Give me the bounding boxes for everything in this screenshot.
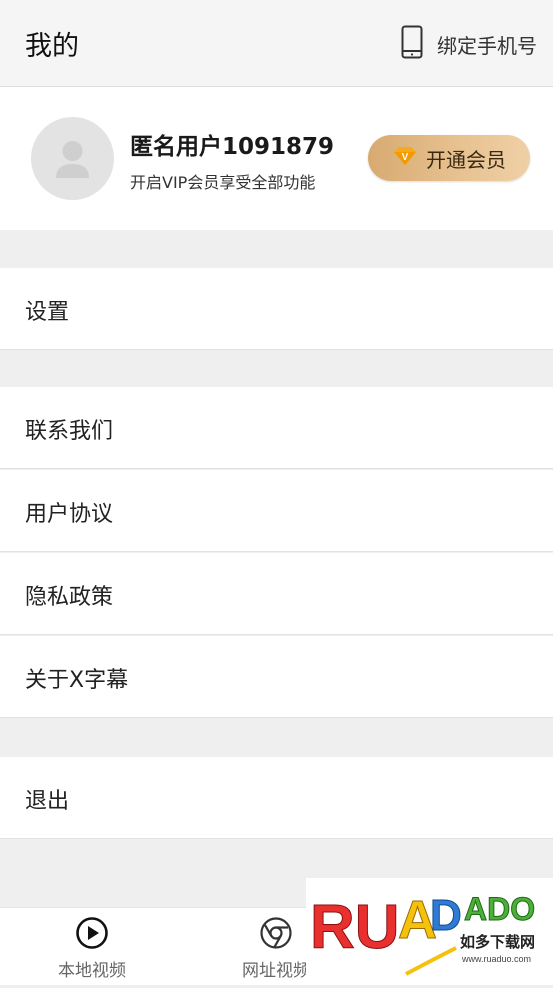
profile-card: 匿名用户1091879 开启VIP会员享受全部功能 V 开通会员 — [0, 87, 553, 230]
top-app-bar: 我的 绑定手机号 — [0, 0, 553, 87]
menu-item-privacy[interactable]: 隐私政策 — [0, 553, 553, 635]
default-user-icon — [56, 141, 89, 178]
menu-item-label: 联系我们 — [25, 419, 114, 444]
open-vip-label: 开通会员 — [426, 147, 506, 172]
open-vip-button[interactable]: V 开通会员 — [368, 135, 530, 181]
vip-diamond-icon: V — [392, 145, 418, 171]
menu-item-logout[interactable]: 退出 — [0, 757, 553, 839]
watermark-logo: RU A D ADO 如多下载网 www.ruaduo.com — [306, 878, 553, 984]
menu-item-contact[interactable]: 联系我们 — [0, 387, 553, 469]
avatar[interactable] — [31, 117, 114, 200]
menu-item-label: 用户协议 — [25, 502, 114, 527]
menu-item-user-agreement[interactable]: 用户协议 — [0, 470, 553, 552]
svg-text:如多下载网: 如多下载网 — [460, 933, 535, 951]
tab-local-video[interactable]: 本地视频 — [32, 916, 152, 981]
menu-item-about[interactable]: 关于X字幕 — [0, 636, 553, 718]
browser-icon — [259, 917, 293, 954]
svg-text:www.ruaduo.com: www.ruaduo.com — [461, 954, 531, 964]
menu-item-label: 退出 — [25, 789, 70, 814]
tab-label: 本地视频 — [58, 961, 126, 981]
username: 匿名用户1091879 — [130, 134, 335, 160]
menu-item-label: 设置 — [25, 300, 70, 325]
menu-item-settings[interactable]: 设置 — [0, 268, 553, 350]
phone-icon — [401, 25, 423, 64]
vip-hint: 开启VIP会员享受全部功能 — [130, 173, 316, 192]
menu-item-label: 隐私政策 — [25, 585, 114, 610]
bind-phone-button[interactable]: 绑定手机号 — [401, 24, 537, 64]
svg-text:RU: RU — [310, 893, 400, 962]
menu-item-label: 关于X字幕 — [25, 668, 129, 693]
page-title: 我的 — [25, 31, 79, 62]
play-circle-icon — [75, 917, 109, 954]
svg-text:V: V — [402, 152, 409, 163]
bind-phone-label: 绑定手机号 — [437, 33, 537, 58]
svg-text:ADO: ADO — [464, 891, 535, 927]
